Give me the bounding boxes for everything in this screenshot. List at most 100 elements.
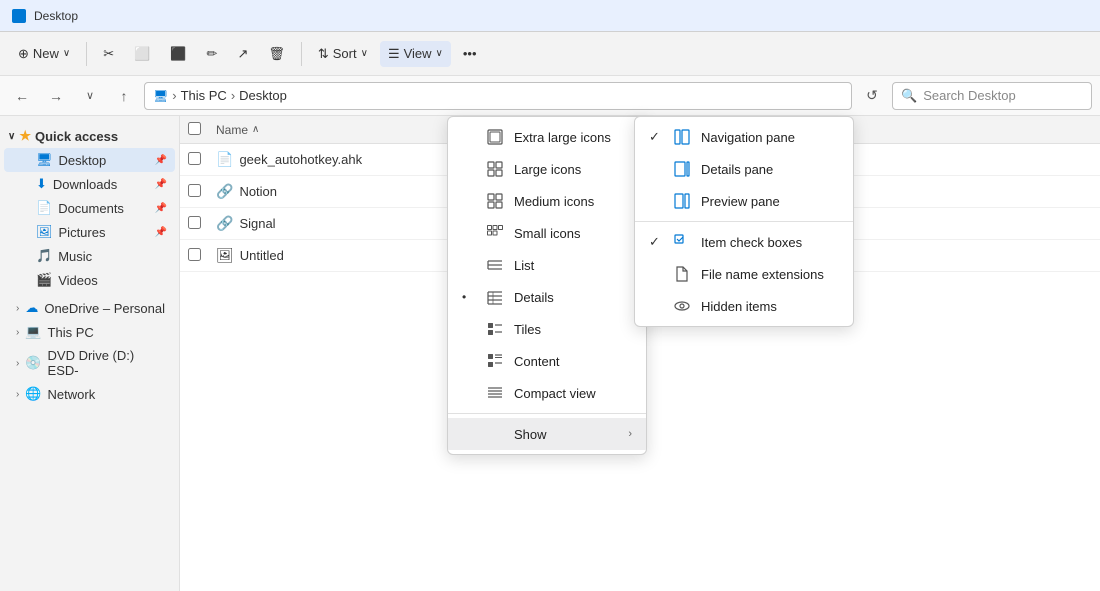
- sidebar-item-music[interactable]: 🎵 Music: [4, 244, 175, 268]
- sidebar-label-onedrive: OneDrive – Personal: [44, 301, 165, 316]
- dvd-icon: 💿: [25, 355, 41, 371]
- show-submenu-divider: [635, 221, 853, 222]
- title-bar: Desktop: [0, 0, 1100, 32]
- file-checkbox-4[interactable]: [188, 248, 201, 261]
- view-large-icons[interactable]: Large icons: [448, 153, 646, 185]
- file-checkbox-3[interactable]: [188, 216, 201, 229]
- list-label: List: [514, 258, 534, 273]
- path-part-thispc: This PC: [181, 88, 227, 103]
- sort-arrow-name: ∧: [252, 124, 259, 135]
- preview-pane-label: Preview pane: [701, 194, 780, 209]
- sidebar-label-pictures: Pictures: [59, 225, 106, 240]
- nav-pane-icon: [673, 128, 691, 146]
- sidebar-item-network[interactable]: › 🌐 Network: [4, 382, 175, 406]
- rename-button[interactable]: ✏: [199, 41, 226, 67]
- delete-icon: 🗑: [268, 46, 285, 62]
- show-hidden-items[interactable]: Hidden items: [635, 290, 853, 322]
- small-icons-label: Small icons: [514, 226, 580, 241]
- back-button[interactable]: ←: [8, 82, 36, 110]
- share-icon: ↗: [237, 46, 248, 62]
- onedrive-icon: ☁: [25, 300, 38, 316]
- new-arrow: ∨: [63, 48, 70, 59]
- separator-1: [86, 42, 87, 66]
- file-checkbox-2[interactable]: [188, 184, 201, 197]
- copy-icon: ⬜: [134, 46, 150, 62]
- sidebar-label-dvd: DVD Drive (D:) ESD-: [48, 348, 167, 378]
- paste-button[interactable]: ⬛: [162, 41, 194, 67]
- rename-icon: ✏: [207, 46, 218, 62]
- more-button[interactable]: •••: [455, 41, 485, 66]
- star-icon: ★: [19, 128, 31, 144]
- content-icon: [486, 352, 504, 370]
- view-medium-icons[interactable]: Medium icons: [448, 185, 646, 217]
- copy-button[interactable]: ⬜: [126, 41, 158, 67]
- view-tiles[interactable]: Tiles: [448, 313, 646, 345]
- file-checkbox-1[interactable]: [188, 152, 201, 165]
- sidebar-item-onedrive[interactable]: › ☁ OneDrive – Personal: [4, 296, 175, 320]
- toolbar: ⊕ New ∨ ✂ ⬜ ⬛ ✏ ↗ 🗑 ⇅ Sort ∨ ☰ View ∨ ••…: [0, 32, 1100, 76]
- delete-button[interactable]: 🗑: [260, 41, 293, 67]
- sidebar-label-desktop: Desktop: [59, 153, 107, 168]
- file-extensions-label: File name extensions: [701, 267, 824, 282]
- view-button[interactable]: ☰ View ∨: [380, 41, 451, 67]
- compact-label: Compact view: [514, 386, 596, 401]
- address-bar: ← → ∨ ↑ 🖥 › This PC › Desktop ↺ 🔍 Search…: [0, 76, 1100, 116]
- select-all-checkbox[interactable]: [188, 122, 201, 135]
- view-list[interactable]: List: [448, 249, 646, 281]
- view-extra-large[interactable]: Extra large icons: [448, 121, 646, 153]
- pin-icon-dl: 📌: [155, 179, 167, 190]
- cut-button[interactable]: ✂: [95, 41, 122, 67]
- sidebar-item-desktop[interactable]: 🖥 Desktop 📌: [4, 148, 175, 172]
- forward-button[interactable]: →: [42, 82, 70, 110]
- view-dropdown: Extra large icons Large icons Medium ico…: [447, 116, 647, 455]
- sidebar-item-videos[interactable]: 🎬 Videos: [4, 268, 175, 292]
- recent-button[interactable]: ∨: [76, 82, 104, 110]
- show-arrow: ›: [628, 428, 632, 440]
- documents-icon: 📄: [36, 200, 52, 216]
- desktop-icon: [12, 9, 26, 23]
- sort-button[interactable]: ⇅ Sort ∨: [310, 41, 376, 67]
- up-button[interactable]: ↑: [110, 82, 138, 110]
- sidebar-label-thispc: This PC: [48, 325, 94, 340]
- view-small-icons[interactable]: Small icons: [448, 217, 646, 249]
- sidebar-item-thispc[interactable]: › 💻 This PC: [4, 320, 175, 344]
- thispc-icon: 💻: [25, 324, 41, 340]
- sidebar-item-downloads[interactable]: ⬇ Downloads 📌: [4, 172, 175, 196]
- content-label: Content: [514, 354, 560, 369]
- sidebar-item-dvd[interactable]: › 💿 DVD Drive (D:) ESD-: [4, 344, 175, 382]
- extra-large-icon: [486, 128, 504, 146]
- view-details[interactable]: • Details: [448, 281, 646, 313]
- refresh-button[interactable]: ↺: [858, 82, 886, 110]
- view-compact[interactable]: Compact view: [448, 377, 646, 409]
- file-icon-2: 🔗: [216, 183, 233, 200]
- header-name[interactable]: Name ∧: [216, 123, 456, 137]
- quick-access-header[interactable]: ∨ ★ Quick access: [0, 124, 179, 148]
- desktop-folder-icon: 🖥: [36, 152, 53, 168]
- view-show[interactable]: Show ›: [448, 418, 646, 450]
- list-icon: [486, 256, 504, 274]
- show-file-extensions[interactable]: File name extensions: [635, 258, 853, 290]
- show-preview-pane[interactable]: Preview pane: [635, 185, 853, 217]
- view-content[interactable]: Content: [448, 345, 646, 377]
- view-menu-divider: [448, 413, 646, 414]
- details-check: •: [462, 290, 476, 304]
- onedrive-expand: ›: [16, 303, 19, 314]
- sidebar-item-documents[interactable]: 📄 Documents 📌: [4, 196, 175, 220]
- show-item-checkboxes[interactable]: ✓ Item check boxes: [635, 226, 853, 258]
- new-button[interactable]: ⊕ New ∨: [10, 41, 78, 67]
- network-icon: 🌐: [25, 386, 41, 402]
- show-nav-pane[interactable]: ✓ Navigation pane: [635, 121, 853, 153]
- pin-icon-pic: 📌: [155, 227, 167, 238]
- search-icon: 🔍: [901, 88, 917, 104]
- preview-pane-icon: [673, 192, 691, 210]
- show-details-pane[interactable]: Details pane: [635, 153, 853, 185]
- compact-icon: [486, 384, 504, 402]
- show-icon: [486, 425, 504, 443]
- share-button[interactable]: ↗: [229, 41, 256, 67]
- address-path[interactable]: 🖥 › This PC › Desktop: [144, 82, 852, 110]
- file-name-3: Signal: [239, 216, 275, 231]
- search-box[interactable]: 🔍 Search Desktop: [892, 82, 1092, 110]
- large-icons-label: Large icons: [514, 162, 581, 177]
- file-extensions-icon: [673, 265, 691, 283]
- sidebar-item-pictures[interactable]: 🖼 Pictures 📌: [4, 220, 175, 244]
